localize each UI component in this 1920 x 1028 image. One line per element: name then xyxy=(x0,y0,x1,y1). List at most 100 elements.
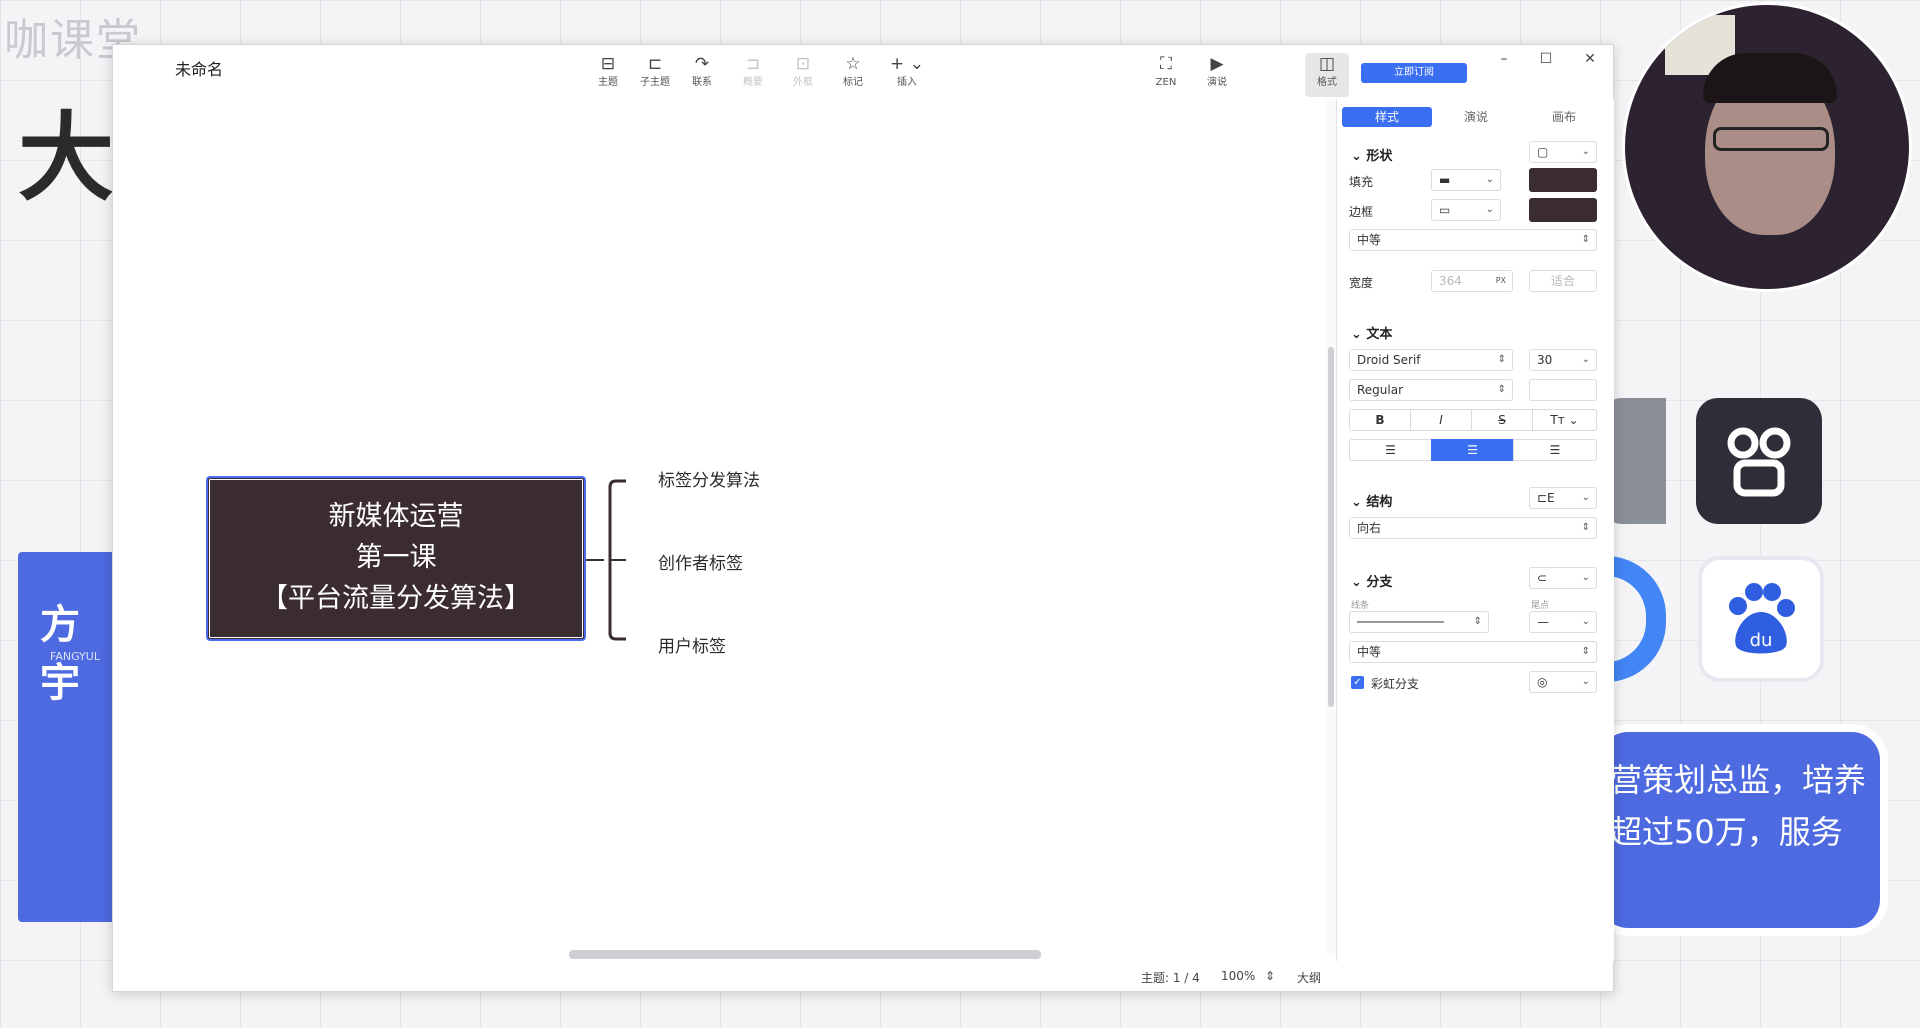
subtopic-node[interactable]: 用户标签 xyxy=(658,632,726,657)
zoom-stepper-icon[interactable]: ⇕ xyxy=(1265,969,1275,983)
subtopic-node[interactable]: 标签分发算法 xyxy=(658,466,760,491)
font-size-value: 30 xyxy=(1537,353,1553,367)
insert-button[interactable]: + ⌄ 插入 xyxy=(885,53,929,97)
close-icon[interactable]: ✕ xyxy=(1578,51,1602,67)
text-case-label: Tт xyxy=(1550,413,1565,427)
marker-button[interactable]: ☆ 标记 xyxy=(831,53,875,97)
subtopic-button[interactable]: ⊏ 子主题 xyxy=(633,53,677,97)
document-title[interactable]: 未命名 xyxy=(175,56,223,80)
align-center-icon: ☰ xyxy=(1467,443,1478,457)
format-panel-button[interactable]: ◫ 格式 xyxy=(1305,53,1349,97)
font-size-select[interactable]: 30 ⌄ xyxy=(1529,349,1597,371)
structure-direction-select[interactable]: 向右 ⇕ xyxy=(1349,517,1597,539)
zen-icon: ⛶ xyxy=(1160,54,1172,74)
branch-section-title[interactable]: ⌄ 分支 xyxy=(1351,571,1392,590)
branch-title: 分支 xyxy=(1366,575,1393,590)
chevron-down-icon: ⌄ xyxy=(1581,676,1590,687)
branch-line-label: 线条 xyxy=(1351,601,1370,611)
chevron-down-icon: ⌄ xyxy=(1581,354,1590,365)
titlebar: 未命名 ⊟ 主题 ⊏ 子主题 ↷ 联系 ⊐ 概要 ⊡ 外框 ☆ 标记 + ⌄ 插入 ⛶ ZEN … xyxy=(113,45,1613,99)
font-weight-value: Regular xyxy=(1357,383,1404,397)
vertical-scrollbar[interactable] xyxy=(1326,99,1336,955)
tab-pitch[interactable]: 演说 xyxy=(1432,107,1520,127)
presenter-hair xyxy=(1703,53,1837,103)
strikethrough-button[interactable]: S xyxy=(1471,409,1533,431)
updown-icon: ⇕ xyxy=(1581,646,1590,657)
maximize-icon[interactable]: ☐ xyxy=(1534,51,1558,67)
subscribe-button[interactable]: 立即订阅 xyxy=(1361,63,1467,83)
relationship-label: 联系 xyxy=(692,77,712,88)
branch-end-select[interactable]: — ⌄ xyxy=(1529,611,1597,633)
chevron-down-icon: ⌄ xyxy=(1581,492,1590,503)
central-topic-line: 第一课 xyxy=(355,542,437,573)
italic-button[interactable]: I xyxy=(1410,409,1472,431)
statusbar: 主题: 1 / 4 100% ⇕ 大纲 xyxy=(113,961,1613,991)
structure-section-title[interactable]: ⌄ 结构 xyxy=(1351,491,1392,510)
fit-width-button[interactable]: 适合 xyxy=(1529,270,1597,292)
text-case-button[interactable]: Tт ⌄ xyxy=(1532,409,1597,431)
branch-style-dropdown[interactable]: ⊂ ⌄ xyxy=(1529,567,1597,589)
shape-title: 形状 xyxy=(1366,149,1393,164)
shape-section-title[interactable]: ⌄ 形状 xyxy=(1351,145,1392,164)
border-weight-select[interactable]: 中等 ⇕ xyxy=(1349,229,1597,251)
tab-canvas[interactable]: 画布 xyxy=(1520,107,1608,127)
font-family-select[interactable]: Droid Serif ⇕ xyxy=(1349,349,1513,371)
central-topic[interactable]: 新媒体运营 第一课 【平台流量分发算法】 xyxy=(206,476,586,641)
zen-button[interactable]: ⛶ ZEN xyxy=(1144,53,1188,97)
tab-style[interactable]: 样式 xyxy=(1342,107,1432,127)
google-app-icon xyxy=(1606,556,1666,682)
align-center-button[interactable]: ☰ xyxy=(1431,439,1514,461)
subtopic-icon: ⊏ xyxy=(647,54,663,74)
topic-label: 主题 xyxy=(598,77,618,88)
insert-label: 插入 xyxy=(897,77,917,88)
border-label: 边框 xyxy=(1349,205,1374,219)
central-topic-line: 新媒体运营 xyxy=(328,501,464,532)
fill-color-swatch[interactable] xyxy=(1529,168,1597,192)
border-type-dropdown[interactable]: ▭ ⌄ xyxy=(1431,199,1501,221)
fill-type-dropdown[interactable]: ▬ ⌄ xyxy=(1431,169,1501,191)
baidu-app-icon: du xyxy=(1698,556,1824,682)
text-color-swatch[interactable] xyxy=(1529,379,1597,401)
rainbow-branch-checkbox[interactable]: ✓ xyxy=(1351,676,1364,689)
vertical-scroll-thumb[interactable] xyxy=(1328,347,1334,707)
zoom-level[interactable]: 100% xyxy=(1221,969,1255,983)
subtopic-node[interactable]: 创作者标签 xyxy=(658,549,743,574)
structure-type-dropdown[interactable]: ⊏E ⌄ xyxy=(1529,487,1597,509)
border-color-swatch[interactable] xyxy=(1529,198,1597,222)
fill-label: 填充 xyxy=(1349,175,1374,189)
presenter-webcam xyxy=(1622,2,1912,292)
relationship-button[interactable]: ↷ 联系 xyxy=(680,53,724,97)
text-section-title[interactable]: ⌄ 文本 xyxy=(1351,323,1392,342)
branch-weight-value: 中等 xyxy=(1357,645,1382,659)
topic-button[interactable]: ⊟ 主题 xyxy=(586,53,630,97)
chevron-down-icon: ⌄ xyxy=(1581,616,1590,627)
pitch-button[interactable]: ▶ 演说 xyxy=(1195,53,1239,97)
fill-type-icon: ▬ xyxy=(1439,173,1451,187)
mindmap-canvas[interactable]: 新媒体运营 第一课 【平台流量分发算法】 标签分发算法 创作者标签 用户标签 xyxy=(113,99,1326,959)
minimize-icon[interactable]: – xyxy=(1492,51,1516,67)
pitch-icon: ▶ xyxy=(1210,54,1224,74)
width-unit: PX xyxy=(1495,276,1506,285)
width-value: 364 xyxy=(1439,274,1462,288)
align-right-button[interactable]: ☰ xyxy=(1513,439,1597,461)
line-end-icon: — xyxy=(1537,615,1549,629)
shape-dropdown[interactable]: ▢ ⌄ xyxy=(1529,141,1597,163)
boundary-button[interactable]: ⊡ 外框 xyxy=(781,53,825,97)
font-weight-select[interactable]: Regular ⇕ xyxy=(1349,379,1513,401)
chevron-down-icon: ⌄ xyxy=(1581,572,1590,583)
zen-label: ZEN xyxy=(1155,77,1177,88)
branch-line-select[interactable]: ──────────── ⇕ xyxy=(1349,611,1489,633)
summary-button[interactable]: ⊐ 概要 xyxy=(731,53,775,97)
outline-button[interactable]: 大纲 xyxy=(1297,969,1321,986)
width-input[interactable]: 364 PX xyxy=(1431,270,1513,292)
rainbow-color-dropdown[interactable]: ◎ ⌄ xyxy=(1529,671,1597,693)
mindmap-app-window: 未命名 ⊟ 主题 ⊏ 子主题 ↷ 联系 ⊐ 概要 ⊡ 外框 ☆ 标记 + ⌄ 插入 ⛶ ZEN … xyxy=(112,44,1614,992)
background-card-right: 营策划总监，培养 超过50万，服务 xyxy=(1600,732,1880,928)
branch-weight-select[interactable]: 中等 ⇕ xyxy=(1349,641,1597,663)
branch-style-icon: ⊂ xyxy=(1537,571,1548,585)
horizontal-scrollbar[interactable] xyxy=(569,950,1041,959)
chevron-down-icon: ⌄ xyxy=(1581,146,1590,157)
align-left-button[interactable]: ☰ xyxy=(1349,439,1432,461)
bold-button[interactable]: B xyxy=(1349,409,1411,431)
updown-icon: ⇕ xyxy=(1473,616,1482,627)
